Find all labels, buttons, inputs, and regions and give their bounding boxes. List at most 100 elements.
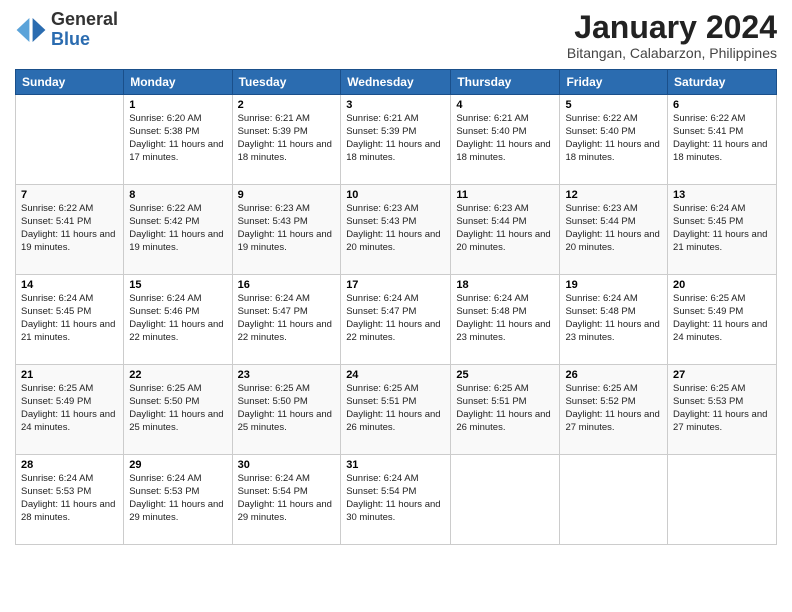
day-cell: 28Sunrise: 6:24 AMSunset: 5:53 PMDayligh… xyxy=(16,455,124,545)
day-cell: 29Sunrise: 6:24 AMSunset: 5:53 PMDayligh… xyxy=(124,455,232,545)
day-info: Sunrise: 6:24 AMSunset: 5:53 PMDaylight:… xyxy=(21,473,118,524)
day-cell: 3 Sunrise: 6:21 AMSunset: 5:39 PMDaylight… xyxy=(341,95,451,185)
logo-blue: Blue xyxy=(51,29,90,49)
day-number: 15 xyxy=(129,279,226,291)
logo: General Blue xyxy=(15,10,118,50)
day-cell xyxy=(668,455,777,545)
day-info: Sunrise: 6:24 AMSunset: 5:54 PMDaylight:… xyxy=(346,473,445,524)
day-number: 24 xyxy=(346,369,445,381)
day-info: Sunrise: 6:22 AMSunset: 5:40 PMDaylight:… xyxy=(565,113,662,164)
day-number: 4 xyxy=(456,99,554,111)
day-cell: 22Sunrise: 6:25 AMSunset: 5:50 PMDayligh… xyxy=(124,365,232,455)
day-info: Sunrise: 6:25 AMSunset: 5:51 PMDaylight:… xyxy=(456,383,554,434)
day-info: Sunrise: 6:25 AMSunset: 5:50 PMDaylight:… xyxy=(238,383,336,434)
day-number: 20 xyxy=(673,279,771,291)
week-row-2: 7 Sunrise: 6:22 AMSunset: 5:41 PMDaylight… xyxy=(16,185,777,275)
day-number: 6 xyxy=(673,99,771,111)
day-cell: 26Sunrise: 6:25 AMSunset: 5:52 PMDayligh… xyxy=(560,365,668,455)
day-number: 12 xyxy=(565,189,662,201)
day-cell: 9 Sunrise: 6:23 AMSunset: 5:43 PMDaylight… xyxy=(232,185,341,275)
week-row-1: 1 Sunrise: 6:20 AMSunset: 5:38 PMDaylight… xyxy=(16,95,777,185)
day-number: 13 xyxy=(673,189,771,201)
day-cell: 2 Sunrise: 6:21 AMSunset: 5:39 PMDaylight… xyxy=(232,95,341,185)
day-number: 9 xyxy=(238,189,336,201)
day-number: 7 xyxy=(21,189,118,201)
day-cell: 13 Sunrise: 6:24 AMSunset: 5:45 PMDayligh… xyxy=(668,185,777,275)
title-block: January 2024 Bitangan, Calabarzon, Phili… xyxy=(567,10,777,61)
day-cell: 18Sunrise: 6:24 AMSunset: 5:48 PMDayligh… xyxy=(451,275,560,365)
day-info: Sunrise: 6:21 AMSunset: 5:39 PMDaylight:… xyxy=(238,113,336,164)
day-cell: 25 Sunrise: 6:25 AMSunset: 5:51 PMDayligh… xyxy=(451,365,560,455)
day-cell xyxy=(16,95,124,185)
day-info: Sunrise: 6:24 AMSunset: 5:48 PMDaylight:… xyxy=(565,293,662,344)
day-number: 1 xyxy=(129,99,226,111)
day-info: Sunrise: 6:22 AMSunset: 5:42 PMDaylight:… xyxy=(129,203,226,254)
day-number: 27 xyxy=(673,369,771,381)
calendar-table: Sunday Monday Tuesday Wednesday Thursday… xyxy=(15,69,777,545)
week-row-5: 28Sunrise: 6:24 AMSunset: 5:53 PMDayligh… xyxy=(16,455,777,545)
col-friday: Friday xyxy=(560,70,668,95)
day-cell xyxy=(451,455,560,545)
day-info: Sunrise: 6:25 AMSunset: 5:49 PMDaylight:… xyxy=(21,383,118,434)
header-row: Sunday Monday Tuesday Wednesday Thursday… xyxy=(16,70,777,95)
day-info: Sunrise: 6:25 AMSunset: 5:53 PMDaylight:… xyxy=(673,383,771,434)
day-number: 2 xyxy=(238,99,336,111)
day-cell: 30 Sunrise: 6:24 AMSunset: 5:54 PMDayligh… xyxy=(232,455,341,545)
day-info: Sunrise: 6:25 AMSunset: 5:50 PMDaylight:… xyxy=(129,383,226,434)
day-info: Sunrise: 6:21 AMSunset: 5:40 PMDaylight:… xyxy=(456,113,554,164)
day-info: Sunrise: 6:24 AMSunset: 5:45 PMDaylight:… xyxy=(673,203,771,254)
col-thursday: Thursday xyxy=(451,70,560,95)
day-cell: 11 Sunrise: 6:23 AMSunset: 5:44 PMDayligh… xyxy=(451,185,560,275)
col-wednesday: Wednesday xyxy=(341,70,451,95)
day-info: Sunrise: 6:20 AMSunset: 5:38 PMDaylight:… xyxy=(129,113,226,164)
day-number: 31 xyxy=(346,459,445,471)
day-cell: 19 Sunrise: 6:24 AMSunset: 5:48 PMDayligh… xyxy=(560,275,668,365)
day-cell: 14Sunrise: 6:24 AMSunset: 5:45 PMDayligh… xyxy=(16,275,124,365)
day-number: 30 xyxy=(238,459,336,471)
day-cell: 1 Sunrise: 6:20 AMSunset: 5:38 PMDaylight… xyxy=(124,95,232,185)
day-number: 19 xyxy=(565,279,662,291)
day-number: 25 xyxy=(456,369,554,381)
day-cell: 8Sunrise: 6:22 AMSunset: 5:42 PMDaylight… xyxy=(124,185,232,275)
day-info: Sunrise: 6:24 AMSunset: 5:47 PMDaylight:… xyxy=(238,293,336,344)
header: General Blue January 2024 Bitangan, Cala… xyxy=(15,10,777,61)
col-saturday: Saturday xyxy=(668,70,777,95)
day-cell xyxy=(560,455,668,545)
day-info: Sunrise: 6:24 AMSunset: 5:47 PMDaylight:… xyxy=(346,293,445,344)
day-info: Sunrise: 6:23 AMSunset: 5:43 PMDaylight:… xyxy=(238,203,336,254)
day-cell: 21Sunrise: 6:25 AMSunset: 5:49 PMDayligh… xyxy=(16,365,124,455)
page: General Blue January 2024 Bitangan, Cala… xyxy=(0,0,792,612)
day-number: 11 xyxy=(456,189,554,201)
day-cell: 10 Sunrise: 6:23 AMSunset: 5:43 PMDayligh… xyxy=(341,185,451,275)
day-number: 18 xyxy=(456,279,554,291)
day-cell: 27 Sunrise: 6:25 AMSunset: 5:53 PMDayligh… xyxy=(668,365,777,455)
day-number: 23 xyxy=(238,369,336,381)
day-info: Sunrise: 6:25 AMSunset: 5:52 PMDaylight:… xyxy=(565,383,662,434)
day-info: Sunrise: 6:24 AMSunset: 5:54 PMDaylight:… xyxy=(238,473,336,524)
day-info: Sunrise: 6:22 AMSunset: 5:41 PMDaylight:… xyxy=(673,113,771,164)
day-cell: 15 Sunrise: 6:24 AMSunset: 5:46 PMDayligh… xyxy=(124,275,232,365)
logo-icon xyxy=(15,14,47,46)
day-number: 17 xyxy=(346,279,445,291)
day-cell: 7 Sunrise: 6:22 AMSunset: 5:41 PMDaylight… xyxy=(16,185,124,275)
day-cell: 31 Sunrise: 6:24 AMSunset: 5:54 PMDayligh… xyxy=(341,455,451,545)
col-sunday: Sunday xyxy=(16,70,124,95)
day-number: 16 xyxy=(238,279,336,291)
day-info: Sunrise: 6:23 AMSunset: 5:44 PMDaylight:… xyxy=(565,203,662,254)
day-info: Sunrise: 6:23 AMSunset: 5:43 PMDaylight:… xyxy=(346,203,445,254)
day-info: Sunrise: 6:23 AMSunset: 5:44 PMDaylight:… xyxy=(456,203,554,254)
location: Bitangan, Calabarzon, Philippines xyxy=(567,45,777,61)
col-monday: Monday xyxy=(124,70,232,95)
day-number: 3 xyxy=(346,99,445,111)
day-cell: 12 Sunrise: 6:23 AMSunset: 5:44 PMDayligh… xyxy=(560,185,668,275)
week-row-3: 14Sunrise: 6:24 AMSunset: 5:45 PMDayligh… xyxy=(16,275,777,365)
day-cell: 23 Sunrise: 6:25 AMSunset: 5:50 PMDayligh… xyxy=(232,365,341,455)
day-number: 29 xyxy=(129,459,226,471)
day-cell: 17 Sunrise: 6:24 AMSunset: 5:47 PMDayligh… xyxy=(341,275,451,365)
day-info: Sunrise: 6:24 AMSunset: 5:46 PMDaylight:… xyxy=(129,293,226,344)
day-number: 10 xyxy=(346,189,445,201)
month-title: January 2024 xyxy=(567,10,777,45)
day-info: Sunrise: 6:22 AMSunset: 5:41 PMDaylight:… xyxy=(21,203,118,254)
day-cell: 20Sunrise: 6:25 AMSunset: 5:49 PMDayligh… xyxy=(668,275,777,365)
day-info: Sunrise: 6:21 AMSunset: 5:39 PMDaylight:… xyxy=(346,113,445,164)
